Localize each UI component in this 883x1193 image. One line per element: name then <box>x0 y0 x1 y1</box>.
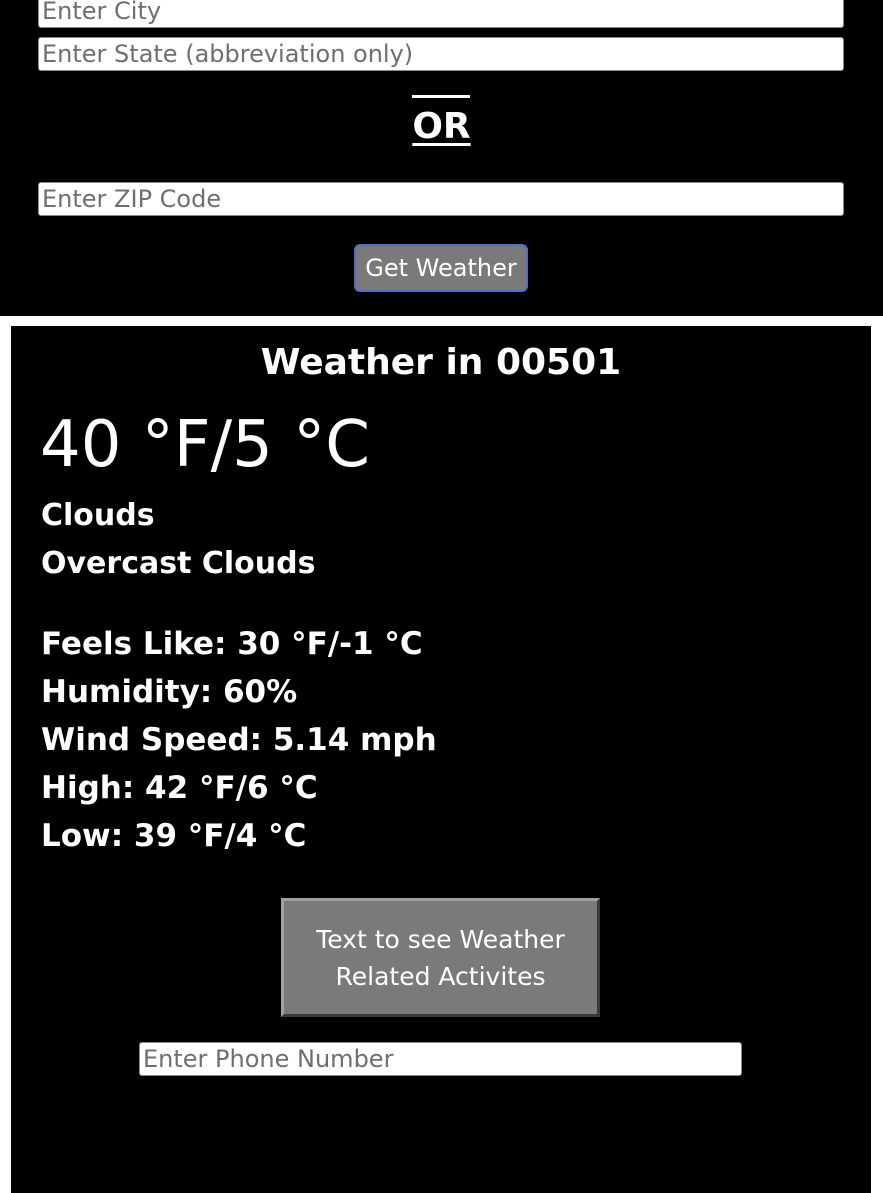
current-temperature: 40 °F/5 °C <box>40 408 370 482</box>
weather-result-panel: Weather in 00501 40 °F/5 °C Clouds Overc… <box>0 316 883 1193</box>
low-temperature-value: Low: 39 °F/4 °C <box>41 818 307 854</box>
weather-app-page: OR Get Weather Weather in 00501 40 °F/5 … <box>0 0 883 1193</box>
weather-location-title: Weather in 00501 <box>260 342 622 383</box>
state-input[interactable] <box>38 37 844 71</box>
location-form: OR Get Weather <box>0 0 883 316</box>
weather-description: Overcast Clouds <box>41 546 316 581</box>
get-weather-button[interactable]: Get Weather <box>354 244 528 292</box>
or-divider-bar <box>412 95 470 98</box>
wind-speed-value: Wind Speed: 5.14 mph <box>41 722 437 758</box>
text-activities-button[interactable]: Text to see Weather Related Activites <box>281 898 600 1017</box>
city-input[interactable] <box>38 0 844 28</box>
humidity-value: Humidity: 60% <box>41 674 298 710</box>
feels-like-value: Feels Like: 30 °F/-1 °C <box>41 626 423 662</box>
high-temperature-value: High: 42 °F/6 °C <box>41 770 318 806</box>
phone-number-input[interactable] <box>139 1042 742 1076</box>
weather-condition: Clouds <box>41 498 155 533</box>
or-label: OR <box>412 106 471 147</box>
weather-result-content: Weather in 00501 40 °F/5 °C Clouds Overc… <box>11 326 871 1193</box>
zip-code-input[interactable] <box>38 182 844 216</box>
